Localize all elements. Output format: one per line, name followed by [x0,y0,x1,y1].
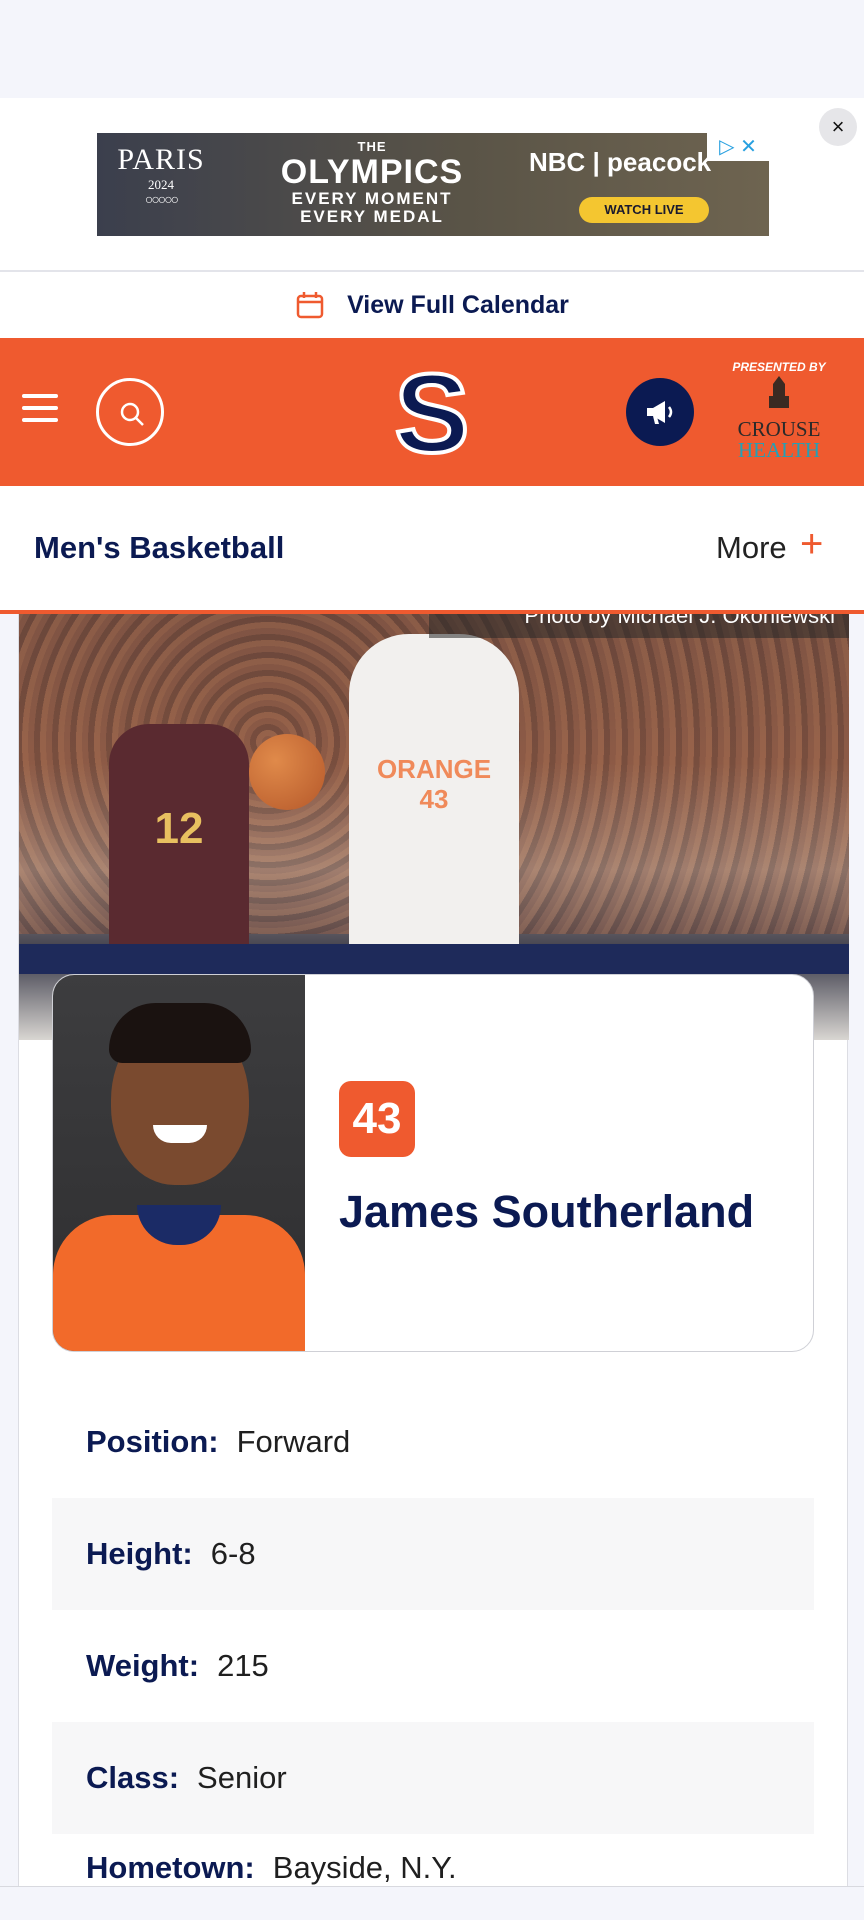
ad-paris-logo: PARIS 2024 ○○○○○ [113,143,209,209]
megaphone-icon [647,401,673,424]
sponsor-name-2: HEALTH [737,438,821,462]
sponsor-name: CROUSE [737,417,821,441]
ad-olympics-title: OLYMPICS [280,153,464,191]
info-row-class: Class: Senior [52,1722,814,1834]
info-row-weight: Weight: 215 [52,1610,814,1722]
view-calendar-link[interactable]: View Full Calendar [0,272,864,338]
info-value: 215 [217,1648,269,1683]
status-bar [0,0,864,98]
player-name: James Southerland [339,1186,755,1237]
player-profile-card: 43 James Southerland [52,974,814,1352]
info-label: Hometown: [86,1850,255,1885]
search-button[interactable] [96,378,164,446]
ad-paris-year: 2024 [148,177,174,192]
calendar-icon [296,292,324,319]
ad-the: THE [357,139,387,154]
syracuse-logo[interactable]: S [384,360,480,464]
info-label: Position: [86,1424,219,1459]
sport-subnav: Men's Basketball More + [0,486,864,614]
info-value: Forward [236,1424,351,1459]
photo-credit: Photo by Michael J. Okoniewski [429,614,849,638]
player-headshot [53,975,305,1351]
headshot-hair [109,1003,251,1063]
menu-icon[interactable] [22,394,58,424]
svg-text:S: S [395,360,470,464]
ad-paris-label: PARIS [117,143,205,176]
ad-area: PARIS 2024 ○○○○○ THE OLYMPICS EVERY MOME… [0,98,864,272]
opponent-jersey-number: 12 [154,804,204,853]
jersey-number: 43 [419,784,449,814]
jersey-team: ORANGE [376,754,492,784]
info-value: Senior [197,1760,287,1795]
more-menu-label[interactable]: More [716,530,787,566]
ad-headline: THE OLYMPICS EVERY MOMENT EVERY MEDAL [257,139,487,226]
info-label: Weight: [86,1648,200,1683]
player-number-badge: 43 [339,1081,415,1157]
ad-tagline-2: EVERY MEDAL [300,207,444,226]
sport-title[interactable]: Men's Basketball [34,530,284,566]
info-label: Height: [86,1536,193,1571]
announcements-button[interactable] [626,378,694,446]
sponsor-presented-label: PRESENTED BY [732,360,826,374]
info-row-hometown: Hometown: Bayside, N.Y. [52,1834,814,1886]
search-icon [120,402,144,426]
ad-banner[interactable]: PARIS 2024 ○○○○○ THE OLYMPICS EVERY MOME… [97,133,769,236]
ad-choices-icon[interactable]: ▷ ✕ [707,133,769,161]
jersey-text: ORANGE 43 [349,754,519,814]
building-icon [769,376,789,408]
ad-watch-live-button[interactable]: WATCH LIVE [579,197,709,223]
site-header: S PRESENTED BY CROUSE HEALTH [0,338,864,486]
info-row-height: Height: 6-8 [52,1498,814,1610]
ad-tagline-1: EVERY MOMENT [291,189,453,208]
ad-close-button[interactable]: × [819,108,857,146]
info-value: 6-8 [210,1536,256,1571]
info-value: Bayside, N.Y. [272,1850,457,1885]
info-row-position: Position: Forward [52,1386,814,1498]
olympic-rings-icon: ○○○○○ [144,193,179,208]
basketball-icon [249,734,325,810]
bottom-bar [0,1886,864,1920]
info-label: Class: [86,1760,180,1795]
calendar-label: View Full Calendar [347,290,569,319]
courtside-boards [19,944,849,974]
plus-icon[interactable]: + [800,524,823,564]
sponsor-logo[interactable]: PRESENTED BY CROUSE HEALTH [724,360,834,461]
